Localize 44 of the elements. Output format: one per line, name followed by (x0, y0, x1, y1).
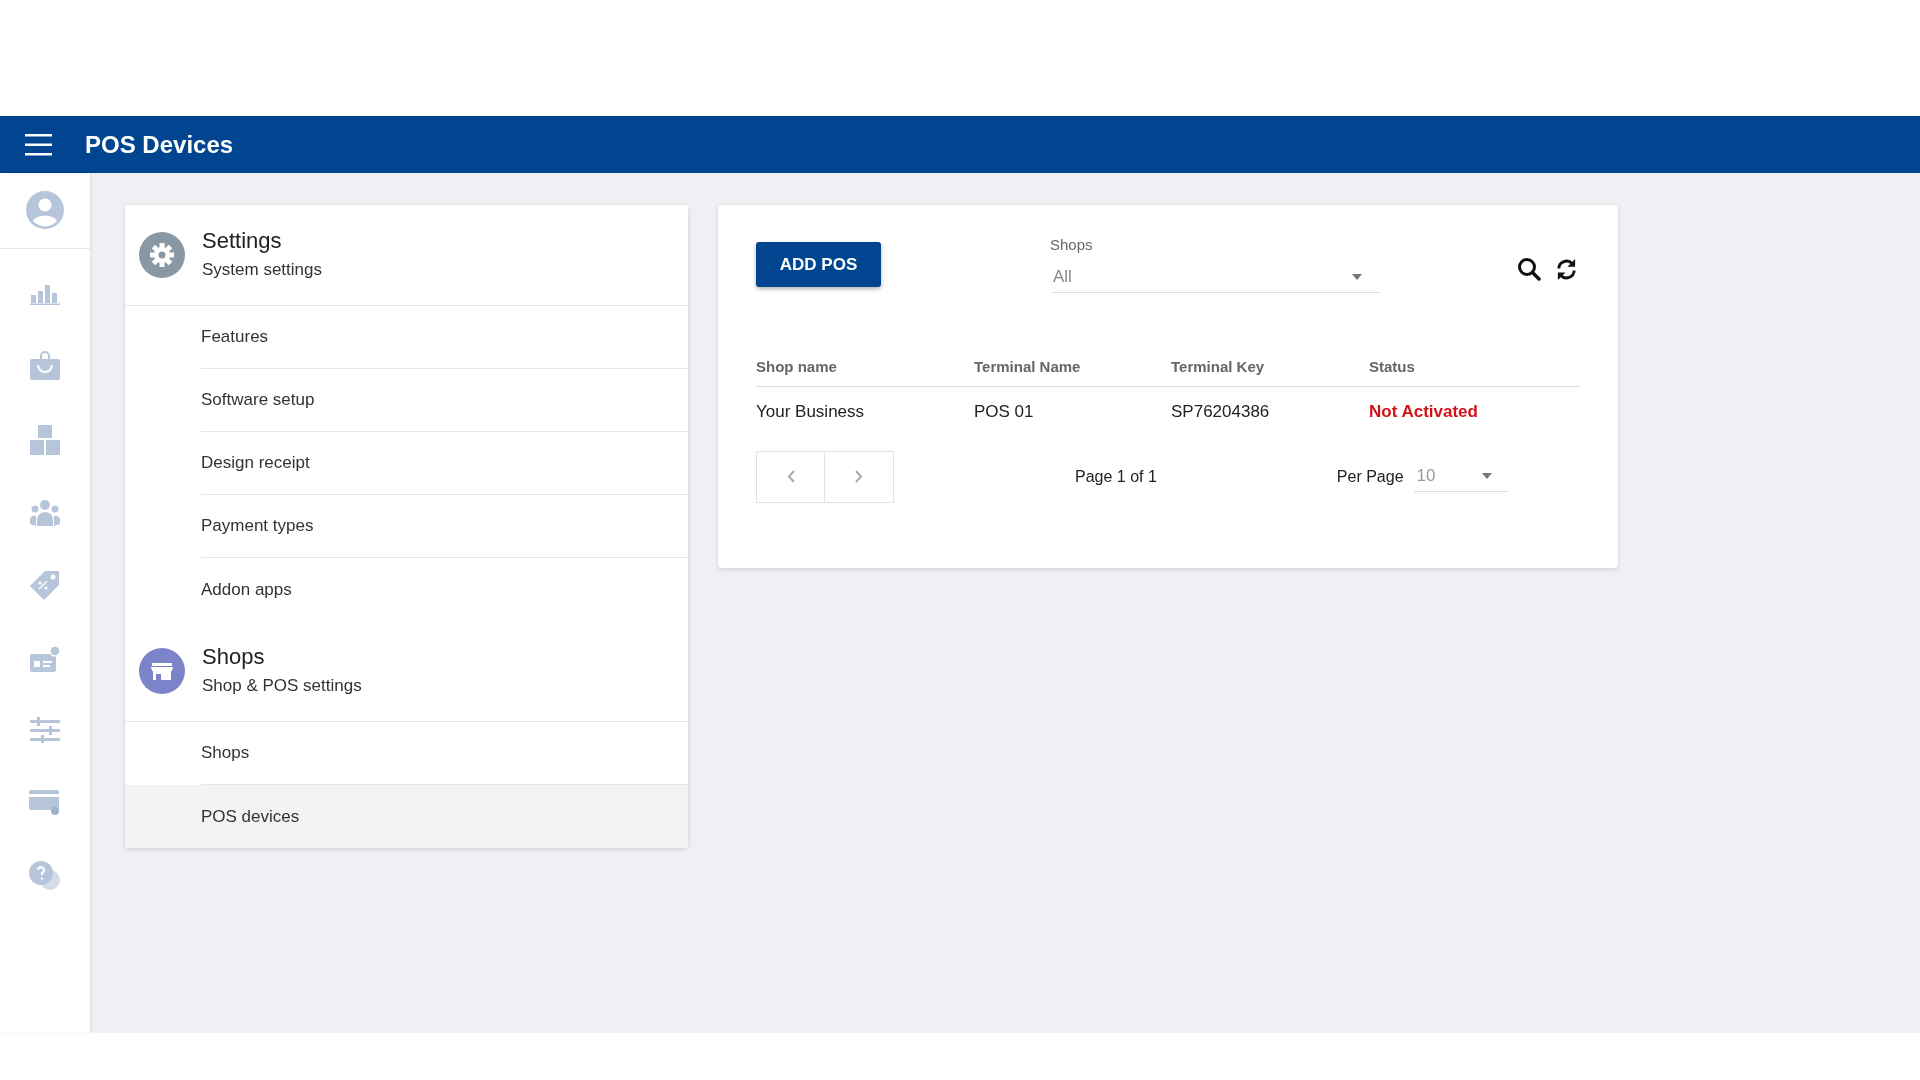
profile-icon[interactable] (26, 191, 64, 229)
boxes-icon[interactable] (30, 425, 60, 455)
refresh-icon[interactable] (1555, 257, 1578, 281)
menu-item[interactable]: POS devices (125, 785, 688, 848)
group-title: Settings (202, 227, 283, 255)
menu-item[interactable]: Features (125, 306, 688, 369)
app-title: POS Devices (85, 129, 234, 160)
group-subtitle: System settings (202, 259, 322, 281)
price-tag-icon[interactable] (30, 571, 60, 601)
add-pos-button[interactable]: ADD POS (756, 242, 881, 287)
page-indicator: Page 1 of 1 (1075, 466, 1157, 487)
group-subtitle: Shop & POS settings (202, 675, 362, 697)
menu-icon[interactable] (25, 133, 52, 156)
help-chat-icon[interactable] (29, 861, 61, 891)
group-title: Shops (202, 643, 266, 671)
bar-chart-icon[interactable] (30, 283, 60, 305)
menu-item[interactable]: Design receipt (125, 432, 688, 495)
menu-item[interactable]: Software setup (125, 369, 688, 432)
dropdown-caret-icon (1352, 274, 1362, 280)
column-header: Terminal Key (1171, 356, 1266, 377)
menu-item[interactable]: Shops (125, 722, 688, 785)
column-header: Status (1369, 356, 1416, 377)
menu-item[interactable]: Payment types (125, 495, 688, 558)
per-page-label: Per Page (1336, 466, 1404, 487)
column-header: Shop name (756, 356, 838, 377)
id-card-icon[interactable] (30, 646, 60, 672)
shops-select[interactable]: All (1053, 262, 1380, 293)
sliders-icon[interactable] (30, 717, 60, 743)
shopping-bag-icon[interactable] (30, 350, 60, 380)
people-icon[interactable] (30, 500, 60, 526)
shops-label: Shops (1050, 235, 1094, 255)
table-cell-text: Your Business (756, 400, 866, 423)
status-text: Not Activated (1369, 400, 1479, 423)
chevron-left-icon (786, 470, 795, 483)
gear-icon (139, 232, 185, 278)
card-payment-icon[interactable] (29, 788, 61, 816)
table-cell-text: SP76204386 (1171, 400, 1271, 423)
menu-item[interactable]: Addon apps (125, 558, 688, 621)
chevron-right-icon (855, 470, 863, 483)
storefront-icon (139, 648, 185, 694)
dropdown-caret-icon (1481, 473, 1492, 479)
search-icon[interactable] (1517, 257, 1541, 281)
table-cell-text: POS 01 (974, 400, 1035, 423)
column-header: Terminal Name (974, 356, 1082, 377)
